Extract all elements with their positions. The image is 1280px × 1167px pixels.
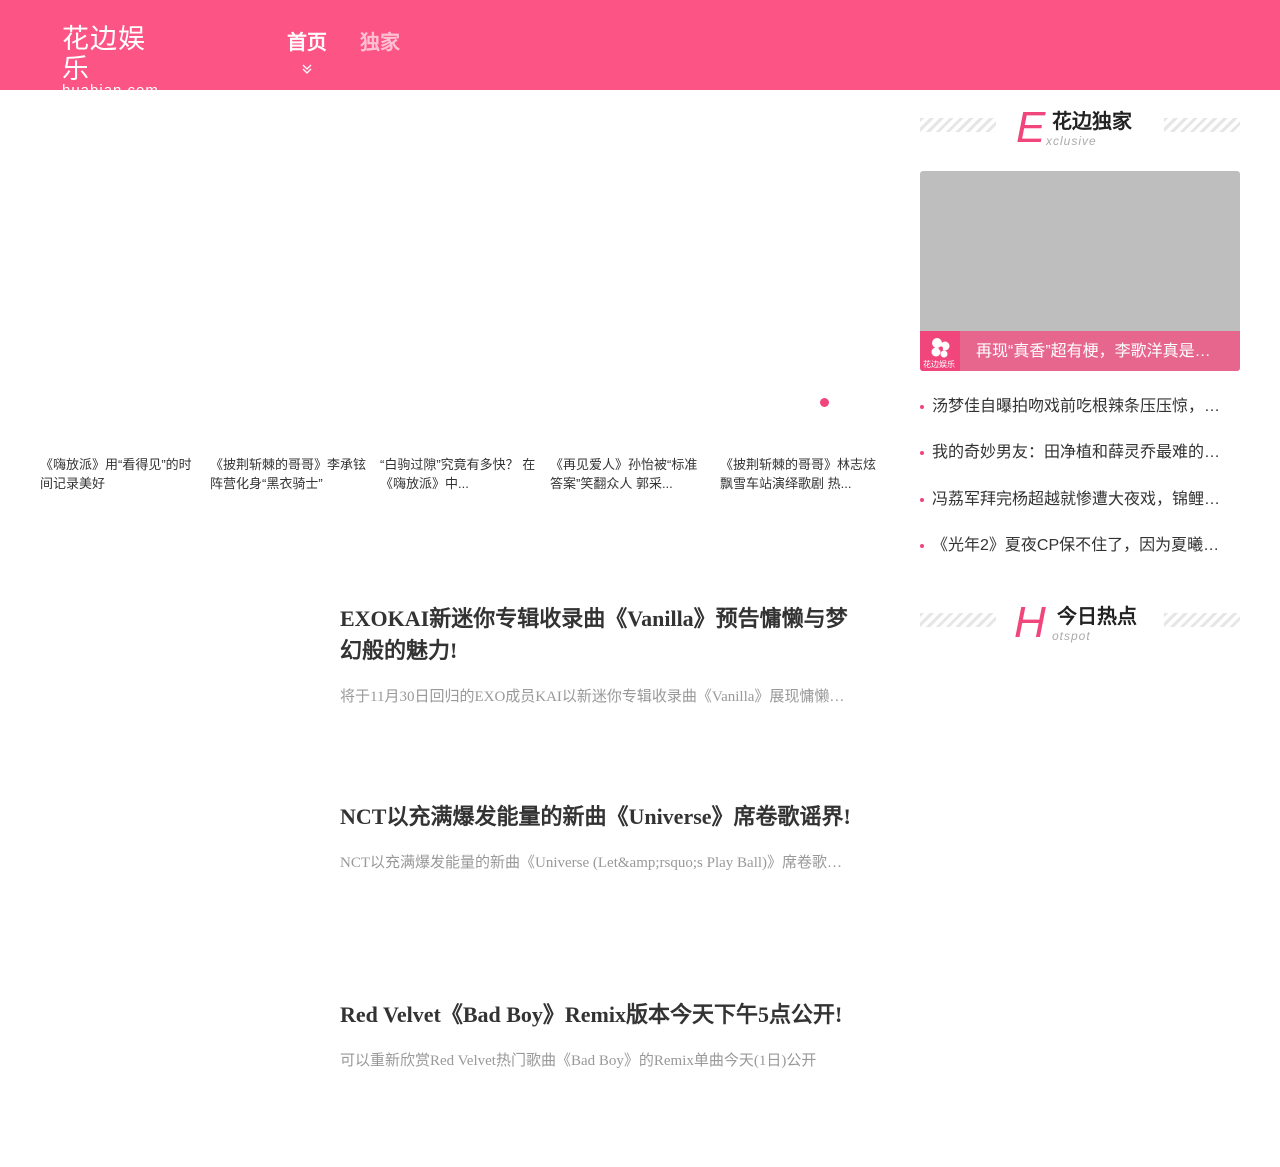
slider-caption[interactable]: 《披荆斩棘的哥哥》林志炫飘雪车站演绎歌剧 热... (720, 455, 880, 493)
news-item[interactable]: Red Velvet《Bad Boy》Remix版本今天下午5点公开! 可以重新… (340, 999, 852, 1071)
decorative-stripes (1164, 118, 1240, 132)
slider-caption[interactable]: “白驹过隙”究竟有多快？ 在《嗨放派》中... (380, 455, 540, 493)
decorative-stripes (920, 118, 996, 132)
hotspot-initial-letter: H (1014, 598, 1046, 647)
slider-caption[interactable]: 《再见爱人》孙怡被“标准答案”笑翻众人 郭采... (550, 455, 710, 493)
bullet-dot (920, 544, 924, 548)
slider-caption[interactable]: 《披荆斩棘的哥哥》李承铉阵营化身“黑衣骑士” (210, 455, 370, 493)
exclusive-initial-letter: E (1016, 103, 1046, 152)
brand-badge-text: 花边娱乐 (923, 360, 955, 369)
logo-chinese-text: 花边娱乐 (62, 24, 146, 84)
hotspot-section-title: 今日热点 (1057, 606, 1137, 628)
news-title[interactable]: EXOKAI新迷你专辑收录曲《Vanilla》预告慵懒与梦幻般的魅力! (340, 603, 852, 667)
news-item[interactable]: EXOKAI新迷你专辑收录曲《Vanilla》预告慵懒与梦幻般的魅力! 将于11… (340, 603, 852, 707)
featured-slider[interactable] (40, 90, 880, 510)
list-item-text[interactable]: 我的奇妙男友：田净植和薛灵乔最难的一场戏 (932, 442, 1232, 464)
list-item-text[interactable]: 冯荔军拜完杨超越就惨遭大夜戏，锦鲤失灵了 (932, 489, 1232, 511)
nav-item-home[interactable]: 首页 (287, 30, 327, 56)
list-item-text[interactable]: 汤梦佳自曝拍吻戏前吃根辣条压压惊，现场笑翻众人 (932, 396, 1232, 418)
list-item-text[interactable]: 《光年2》夏夜CP保不住了，因为夏曦最喜欢谁 (932, 535, 1232, 557)
list-item[interactable]: 我的奇妙男友：田净植和薛灵乔最难的一场戏 (920, 442, 1236, 464)
nav-item-exclusive[interactable]: 独家 (360, 30, 400, 56)
list-item[interactable]: 汤梦佳自曝拍吻戏前吃根辣条压压惊，现场笑翻众人 (920, 396, 1236, 418)
slider-caption[interactable]: 《嗨放派》用“看得见”的时间记录美好 (40, 455, 200, 493)
decorative-stripes (920, 613, 996, 627)
news-title[interactable]: NCT以充满爆发能量的新曲《Universe》席卷歌谣界! (340, 801, 852, 833)
chevron-down-icon (302, 64, 312, 74)
decorative-stripes (1164, 613, 1240, 627)
bullet-dot (920, 451, 924, 455)
news-summary: 可以重新欣赏Red Velvet热门歌曲《Bad Boy》的Remix单曲今天(… (340, 1053, 817, 1069)
list-item[interactable]: 《光年2》夏夜CP保不住了，因为夏曦最喜欢谁 (920, 535, 1236, 557)
list-item[interactable]: 冯荔军拜完杨超越就惨遭大夜戏，锦鲤失灵了 (920, 489, 1236, 511)
site-logo[interactable]: 花边娱乐 huabian.com (62, 24, 172, 98)
bullet-dot (920, 405, 924, 409)
slider-dot-active[interactable] (820, 398, 829, 407)
news-summary: 将于11月30日回归的EXO成员KAI以新迷你专辑收录曲《Vanilla》展现慵… (340, 689, 850, 705)
brand-badge: 花边娱乐 (920, 331, 960, 371)
exclusive-card-title[interactable]: 再现“真香”超有梗，李歌洋真是太逗了 (976, 341, 1226, 363)
hotspot-section-header: H 今日热点 otspot (920, 598, 1240, 647)
news-item[interactable]: NCT以充满爆发能量的新曲《Universe》席卷歌谣界! NCT以充满爆发能量… (340, 801, 852, 873)
exclusive-section-title: 花边独家 (1052, 111, 1132, 133)
bullet-dot (920, 498, 924, 502)
news-title[interactable]: Red Velvet《Bad Boy》Remix版本今天下午5点公开! (340, 999, 852, 1031)
news-summary: NCT以充满爆发能量的新曲《Universe (Let&amp;rsquo;s … (340, 855, 850, 871)
site-header: 花边娱乐 huabian.com 首页 独家 (0, 0, 1280, 98)
exclusive-card-caption-bar: 花边娱乐 再现“真香”超有梗，李歌洋真是太逗了 (920, 331, 1240, 371)
hotspot-section-subtitle: otspot (1052, 629, 1091, 643)
exclusive-section-header: E 花边独家 xclusive (920, 103, 1240, 152)
exclusive-feature-card[interactable]: 花边娱乐 再现“真香”超有梗，李歌洋真是太逗了 (920, 171, 1240, 371)
exclusive-section-subtitle: xclusive (1046, 134, 1097, 148)
